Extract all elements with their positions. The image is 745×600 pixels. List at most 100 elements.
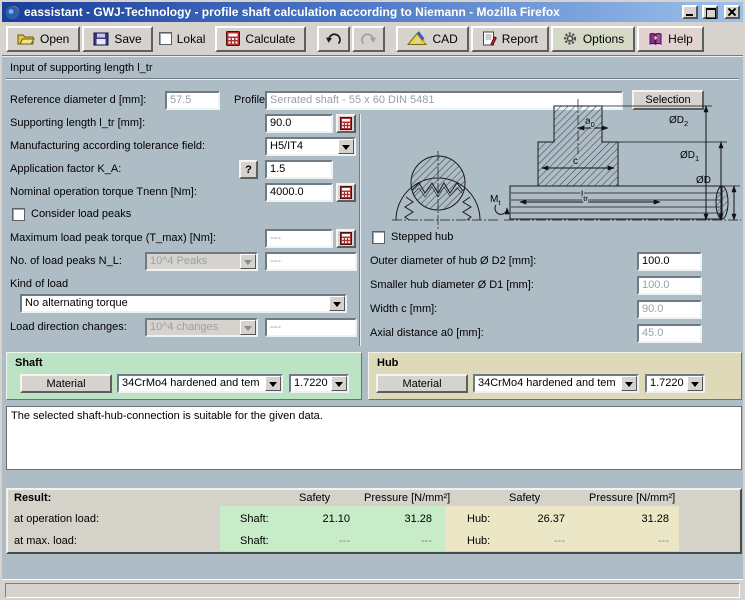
load-peaks-field: --- — [265, 252, 357, 271]
message-area[interactable]: The selected shaft-hub-connection is sui… — [6, 406, 742, 470]
nominal-torque-field[interactable]: 4000.0 — [265, 183, 333, 202]
status-bar — [2, 579, 743, 598]
save-label: Save — [114, 31, 142, 46]
load-direction-unit-value: 10^4 changes — [150, 321, 219, 333]
hub-material-name: 34CrMo4 hardened and tem — [478, 377, 616, 389]
tolerance-field-label: Manufacturing according tolerance field: — [10, 140, 206, 152]
stepped-hub-checkbox[interactable] — [372, 231, 385, 244]
max-peak-torque-label: Maximum load peak torque (T_max) [Nm]: — [10, 232, 217, 244]
open-folder-icon — [17, 34, 35, 44]
result-hub-pressure-value: --- — [658, 535, 669, 547]
nominal-torque-label: Nominal operation torque Tnenn [Nm]: — [10, 186, 197, 198]
result-row-label: at operation load: — [14, 513, 100, 525]
serration-cross-section — [392, 151, 498, 229]
title-bar: eassistant - GWJ-Technology - profile sh… — [2, 2, 743, 22]
hub-material-number-combo[interactable]: 1.7220 — [645, 374, 705, 393]
calculate-button[interactable]: Calculate — [215, 25, 307, 52]
result-shaft-safety-value: 21.10 — [322, 513, 350, 525]
undo-button[interactable] — [317, 25, 351, 52]
tolerance-field-value: H5/IT4 — [270, 140, 304, 152]
result-shaft-pressure-value: --- — [421, 535, 432, 547]
tolerance-field-combo[interactable]: H5/IT4 — [265, 137, 356, 156]
shaft-panel-title: Shaft — [15, 357, 43, 369]
hub-panel-title: Hub — [377, 357, 399, 369]
shaft-material-number: 1.7220 — [294, 377, 328, 389]
dim-d1-label: ØD1 — [680, 150, 699, 163]
cad-icon — [407, 31, 428, 45]
report-document-icon — [482, 31, 497, 46]
supporting-length-label: Supporting length l_tr [mm]: — [10, 117, 146, 129]
result-shaft-label: Shaft: — [240, 535, 269, 547]
options-button[interactable]: Options — [550, 25, 636, 52]
load-direction-field: --- — [265, 318, 357, 337]
chevron-down-icon[interactable] — [329, 296, 345, 311]
consider-load-peaks-label: Consider load peaks — [31, 208, 132, 220]
hub-material-button-label: Material — [402, 377, 442, 390]
application-factor-label: Application factor K_A: — [10, 163, 122, 175]
kind-of-load-value: No alternating torque — [25, 297, 128, 309]
options-label: Options — [582, 31, 625, 46]
width-c-label: Width c [mm]: — [370, 303, 438, 315]
cad-label: CAD — [432, 31, 458, 46]
load-direction-unit-combo: 10^4 changes — [145, 318, 258, 337]
dim-d-label: ØD — [696, 175, 711, 186]
result-shaft-safety-value: --- — [339, 535, 350, 547]
application-factor-help-button[interactable]: ? — [239, 160, 258, 179]
open-button[interactable]: Open — [6, 25, 81, 52]
minimize-button[interactable] — [682, 5, 698, 19]
redo-icon — [361, 32, 377, 44]
heading-divider — [6, 78, 739, 80]
axial-distance-field: 45.0 — [637, 324, 702, 343]
profile-label: Profile: — [234, 94, 269, 106]
result-hub-pressure-value: 31.28 — [641, 513, 669, 525]
result-header-hub-pressure: Pressure [N/mm²] — [589, 492, 676, 504]
save-button[interactable]: Save — [82, 25, 153, 52]
result-hub-label: Hub: — [467, 535, 491, 547]
supporting-length-calc-button[interactable] — [336, 114, 356, 133]
shaft-material-combo[interactable]: 34CrMo4 hardened and tem — [117, 374, 283, 393]
application-factor-field[interactable]: 1.5 — [265, 160, 333, 179]
max-peak-torque-calc-button — [336, 229, 356, 248]
cad-button[interactable]: CAD — [396, 25, 469, 52]
toolbar: Open Save Lokal Calculate CAD Report Opt… — [2, 22, 743, 55]
kind-of-load-combo[interactable]: No alternating torque — [20, 294, 347, 313]
result-shaft-pressure-value: 31.28 — [404, 513, 432, 525]
supporting-length-field[interactable]: 90.0 — [265, 114, 333, 133]
maximize-button[interactable] — [702, 5, 718, 19]
chevron-down-icon[interactable] — [331, 376, 347, 391]
report-button[interactable]: Report — [470, 25, 549, 52]
nominal-torque-calc-button[interactable] — [336, 183, 356, 202]
shaft-material-button[interactable]: Material — [20, 374, 112, 393]
shaft-hub-technical-drawing: a0 c ltr Mt ØD2 ØD1 ØD — [392, 99, 741, 229]
consider-load-peaks-checkbox[interactable] — [12, 208, 25, 221]
smaller-diameter-field: 100.0 — [637, 276, 702, 295]
undo-icon — [326, 32, 342, 44]
chevron-down-icon[interactable] — [621, 376, 637, 391]
max-peak-torque-field: --- — [265, 229, 333, 248]
load-direction-label: Load direction changes: — [10, 321, 127, 333]
help-label: Help — [668, 31, 693, 46]
reference-diameter-label: Reference diameter d [mm]: — [10, 94, 147, 106]
load-peaks-label: No. of load peaks N_L: — [10, 255, 122, 267]
result-row-label: at max. load: — [14, 535, 77, 547]
hub-material-combo[interactable]: 34CrMo4 hardened and tem — [473, 374, 639, 393]
column-divider — [359, 114, 361, 346]
close-button[interactable] — [724, 5, 740, 19]
reference-diameter-field: 57.5 — [165, 91, 220, 110]
result-header-shaft-safety: Safety — [299, 492, 331, 504]
chevron-down-icon[interactable] — [265, 376, 281, 391]
hub-material-button[interactable]: Material — [376, 374, 468, 393]
hub-material-number: 1.7220 — [650, 377, 684, 389]
firefox-icon — [5, 5, 20, 19]
result-hub-safety-value: --- — [554, 535, 565, 547]
calculator-icon — [340, 232, 352, 245]
chevron-down-icon[interactable] — [687, 376, 703, 391]
lokal-checkbox[interactable] — [158, 32, 172, 45]
chevron-down-icon[interactable] — [338, 139, 354, 154]
result-title: Result: — [14, 492, 52, 504]
outer-diameter-field[interactable]: 100.0 — [637, 252, 702, 271]
shaft-material-button-label: Material — [46, 377, 86, 390]
help-button[interactable]: Help — [637, 25, 704, 52]
shaft-material-number-combo[interactable]: 1.7220 — [289, 374, 349, 393]
report-label: Report — [501, 31, 538, 46]
